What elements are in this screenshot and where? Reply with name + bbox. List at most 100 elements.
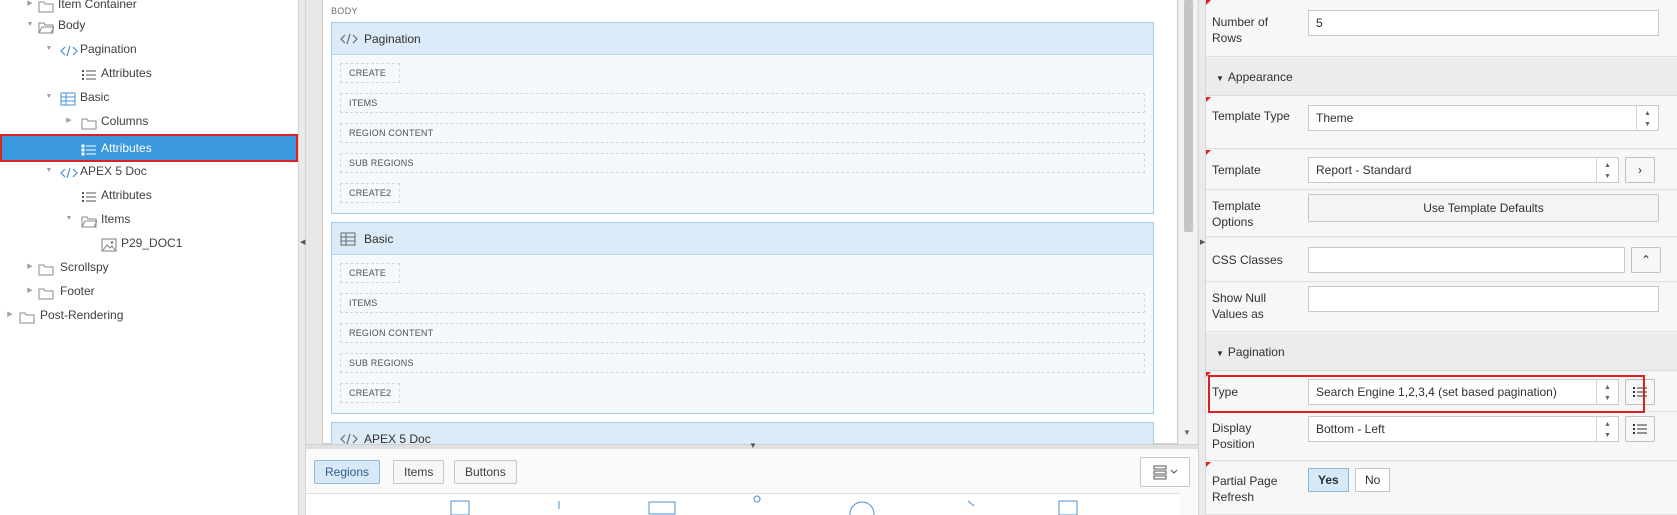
slot-region-content[interactable]: REGION CONTENT bbox=[340, 123, 1145, 143]
collapse-icon[interactable]: ▼ bbox=[1216, 349, 1224, 358]
partial-refresh-yes[interactable]: Yes bbox=[1308, 468, 1349, 492]
gallery-menu-button[interactable] bbox=[1140, 457, 1190, 487]
tree-node-label: Post-Rendering bbox=[40, 308, 124, 322]
tab-regions[interactable]: Regions bbox=[314, 460, 381, 484]
collapse-icon[interactable]: ▼ bbox=[1216, 74, 1224, 83]
group-title: ▼ Pagination bbox=[1216, 333, 1285, 373]
slot-create2[interactable]: CREATE2 bbox=[340, 383, 400, 403]
tab-buttons[interactable]: Buttons bbox=[454, 460, 517, 484]
collapse-icon[interactable]: ▼ bbox=[63, 207, 75, 231]
collapse-right-icon[interactable]: ▶ bbox=[1200, 238, 1205, 246]
tab-items[interactable]: Items bbox=[393, 460, 445, 484]
prop-label: Template Type bbox=[1212, 109, 1290, 123]
prop-label: Template Options bbox=[1212, 199, 1261, 229]
tree-node-pagination[interactable]: ▼ Pagination bbox=[0, 37, 298, 61]
region-header[interactable]: Basic bbox=[332, 223, 1153, 255]
collapse-icon[interactable]: ▼ bbox=[43, 85, 55, 109]
expand-icon[interactable]: ▶ bbox=[4, 303, 16, 327]
code-icon bbox=[60, 164, 78, 179]
grid-scrollbar[interactable]: ▼ bbox=[1179, 0, 1197, 444]
folder-icon bbox=[19, 308, 35, 324]
tree-node-apex5doc-attributes[interactable]: Attributes bbox=[0, 183, 298, 207]
prop-label: Template bbox=[1212, 163, 1261, 177]
template-type-select[interactable]: Theme ▲ ▼ bbox=[1308, 105, 1659, 131]
tree-node-label: Attributes bbox=[101, 188, 152, 202]
tree-node-label: Footer bbox=[60, 284, 95, 298]
region-basic[interactable]: Basic CREATE ITEMS REGION CONTENT SUB RE… bbox=[331, 222, 1154, 414]
left-splitter[interactable]: ◀ bbox=[298, 0, 306, 515]
show-null-input[interactable] bbox=[1308, 286, 1659, 312]
scroll-down-icon[interactable]: ▼ bbox=[1183, 428, 1191, 437]
list-icon bbox=[81, 188, 97, 202]
group-appearance[interactable]: ▼ Appearance bbox=[1206, 58, 1677, 96]
region-title: Pagination bbox=[364, 32, 421, 46]
scrollbar-thumb[interactable] bbox=[1184, 0, 1193, 232]
slot-region-content[interactable]: REGION CONTENT bbox=[340, 323, 1145, 343]
group-pagination[interactable]: ▼ Pagination bbox=[1206, 333, 1677, 371]
expand-icon[interactable]: ▶ bbox=[24, 279, 36, 303]
tree-node-basic[interactable]: ▼ Basic bbox=[0, 85, 298, 109]
grid-layout: BODY Pagination CREATE ITEMS REGION CONT… bbox=[322, 0, 1178, 462]
collapse-icon[interactable]: ▼ bbox=[43, 37, 55, 61]
tree-node-p29-doc1[interactable]: P29_DOC1 bbox=[0, 231, 298, 255]
tree-node-columns[interactable]: ▶ Columns bbox=[0, 109, 298, 133]
expand-icon[interactable]: ▶ bbox=[24, 255, 36, 279]
display-position-list-button[interactable] bbox=[1625, 416, 1655, 442]
collapse-icon[interactable]: ▼ bbox=[43, 159, 55, 183]
tree-node-body[interactable]: ▼ Body bbox=[0, 13, 298, 37]
region-title: Basic bbox=[364, 232, 394, 246]
prop-display-position: Display Position Bottom - Left ▲ ▼ bbox=[1206, 413, 1677, 461]
display-position-select[interactable]: Bottom - Left ▲ ▼ bbox=[1308, 416, 1619, 442]
folder-icon bbox=[38, 0, 54, 13]
prop-label: Number of Rows bbox=[1212, 15, 1269, 45]
expand-icon[interactable]: ▶ bbox=[63, 109, 75, 133]
tree-node-post-rendering[interactable]: ▶ Post-Rendering bbox=[0, 303, 298, 327]
template-select[interactable]: Report - Standard ▲ ▼ bbox=[1308, 157, 1619, 183]
image-item-icon bbox=[101, 236, 117, 252]
layout-pane: BODY Pagination CREATE ITEMS REGION CONT… bbox=[306, 0, 1198, 515]
prop-label: Show Null Values as bbox=[1212, 291, 1267, 321]
tree-node-label: Columns bbox=[101, 114, 149, 128]
tree-node-scrollspy[interactable]: ▶ Scrollspy bbox=[0, 255, 298, 279]
region-pagination[interactable]: Pagination CREATE ITEMS REGION CONTENT S… bbox=[331, 22, 1154, 214]
list-icon bbox=[81, 141, 97, 156]
code-icon bbox=[60, 42, 78, 57]
select-value: Bottom - Left bbox=[1316, 422, 1385, 436]
css-classes-input[interactable] bbox=[1308, 247, 1625, 273]
right-splitter[interactable]: ▶ bbox=[1198, 0, 1206, 515]
use-template-defaults-button[interactable]: Use Template Defaults bbox=[1308, 194, 1659, 222]
slot-items[interactable]: ITEMS bbox=[340, 93, 1145, 113]
tree-node-label: Pagination bbox=[80, 42, 137, 56]
property-editor: Number of Rows 5 ▼ Appearance Template Ty… bbox=[1206, 0, 1677, 515]
tree-node-basic-attributes[interactable]: Attributes bbox=[0, 134, 298, 162]
css-classes-picker-button[interactable]: ⌃ bbox=[1631, 247, 1661, 273]
tree-node-label: Scrollspy bbox=[60, 260, 109, 274]
slot-items[interactable]: ITEMS bbox=[340, 293, 1145, 313]
slot-sub-regions[interactable]: SUB REGIONS bbox=[340, 353, 1145, 373]
folder-icon bbox=[38, 284, 54, 300]
required-marker bbox=[1206, 462, 1211, 467]
tree-node-label: Body bbox=[58, 18, 86, 32]
partial-refresh-no[interactable]: No bbox=[1355, 468, 1391, 492]
folder-open-icon bbox=[38, 18, 55, 34]
collapse-left-icon[interactable]: ◀ bbox=[300, 238, 305, 246]
select-arrows-icon: ▲ ▼ bbox=[1596, 158, 1618, 182]
tree-node-label: APEX 5 Doc bbox=[80, 164, 147, 178]
slot-sub-regions[interactable]: SUB REGIONS bbox=[340, 153, 1145, 173]
collapse-icon[interactable]: ▼ bbox=[24, 13, 36, 37]
number-of-rows-input[interactable]: 5 bbox=[1308, 10, 1659, 36]
prop-template-type: Template Type Theme ▲ ▼ bbox=[1206, 97, 1677, 149]
slot-create2[interactable]: CREATE2 bbox=[340, 183, 400, 203]
tree-node-items[interactable]: ▼ Items bbox=[0, 207, 298, 231]
slot-create[interactable]: CREATE bbox=[340, 263, 400, 283]
tree-node-footer[interactable]: ▶ Footer bbox=[0, 279, 298, 303]
region-header[interactable]: Pagination bbox=[332, 23, 1153, 55]
menu-icon bbox=[1153, 465, 1178, 480]
go-to-template-button[interactable]: › bbox=[1625, 157, 1655, 183]
slot-create[interactable]: CREATE bbox=[340, 63, 400, 83]
tree-node-pagination-attributes[interactable]: Attributes bbox=[0, 61, 298, 85]
prop-template: Template Report - Standard ▲ ▼ › bbox=[1206, 150, 1677, 190]
prop-template-options: Template Options Use Template Defaults bbox=[1206, 191, 1677, 237]
folder-open-icon bbox=[81, 212, 98, 228]
tree-node-apex5doc[interactable]: ▼ APEX 5 Doc bbox=[0, 159, 298, 183]
